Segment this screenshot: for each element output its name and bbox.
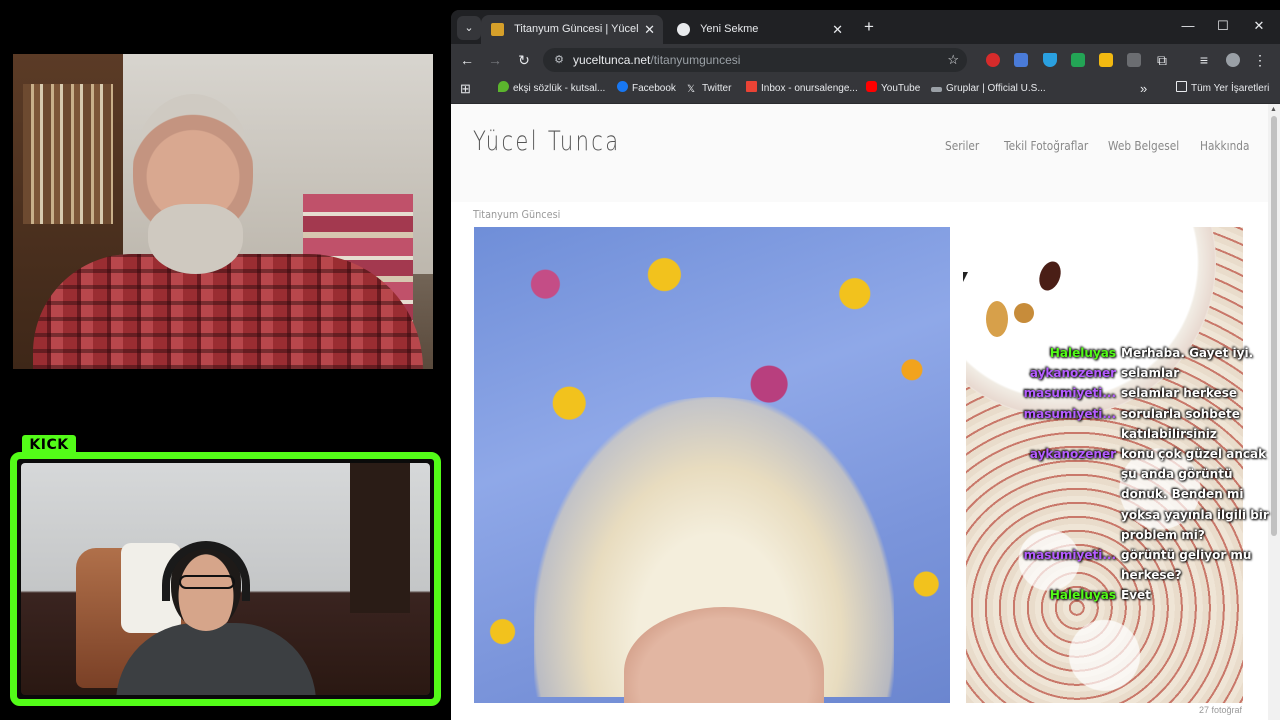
browser-toolbar: ← → ↻ ⚙ yuceltunca.net/titanyumguncesi ☆…	[451, 44, 1280, 76]
site-header: Yücel Tunca Seriler Tekil Fotoğraflar We…	[451, 104, 1268, 202]
bookmark-gruplar[interactable]: Gruplar | Official U.S...	[931, 76, 1046, 102]
chat-username: Haleluyas	[1049, 346, 1116, 360]
tab-title: Yeni Sekme	[700, 23, 759, 35]
webcam-host	[13, 54, 433, 369]
tab-strip: ⌄ Titanyum Güncesi | Yücel Tunca ✕ Yeni …	[451, 10, 1280, 64]
chat-text: Evet	[1121, 588, 1151, 603]
close-window-button[interactable]: ✕	[1244, 16, 1274, 36]
host-shirt	[33, 254, 423, 369]
chat-message: masumiyeti... selamlar herkese	[1024, 383, 1280, 403]
extensions-puzzle-icon[interactable]: ⧉	[1151, 49, 1173, 71]
chat-text: selamlar herkese	[1121, 386, 1237, 401]
chat-username: aykanozener	[1029, 366, 1116, 381]
url-domain: yuceltunca.net	[573, 53, 651, 67]
chat-text: görüntü geliyor mu herkese?	[1121, 548, 1252, 583]
chat-overlay: Haleluyas Merhaba. Gayet iyi. aykanozener…	[1024, 343, 1280, 606]
chrome-icon	[677, 23, 690, 36]
eksi-drop-icon	[498, 81, 509, 92]
forward-button[interactable]: →	[484, 49, 506, 71]
series-title: Titanyum Güncesi	[473, 208, 561, 221]
extension-gamepad-icon[interactable]	[1127, 53, 1141, 67]
chat-username: masumiyeti...	[1023, 406, 1116, 421]
facebook-icon	[617, 81, 628, 92]
tab-new-tab[interactable]: Yeni Sekme ✕	[667, 15, 851, 44]
url-text[interactable]: yuceltunca.net/titanyumguncesi	[573, 48, 740, 72]
back-button[interactable]: ←	[456, 49, 478, 71]
chat-message: Haleluyas Merhaba. Gayet iyi.	[1030, 343, 1280, 363]
chat-text: Merhaba. Gayet iyi.	[1121, 346, 1254, 360]
all-bookmarks[interactable]: Tüm Yer İşaretleri	[1176, 76, 1269, 102]
folder-icon	[1176, 81, 1187, 92]
bookmark-twitter[interactable]: 𝕏 Twitter	[687, 76, 731, 102]
photo-count: 27 fotoğraf	[1198, 705, 1242, 715]
chat-text: konu çok güzel ancak şu anda görüntü don…	[1121, 447, 1269, 542]
guest-door	[350, 463, 410, 613]
extension-shield-icon[interactable]	[1043, 53, 1057, 67]
site-logo[interactable]: Yücel Tunca	[473, 126, 620, 157]
tab-titanyum[interactable]: Titanyum Güncesi | Yücel Tunca ✕	[481, 15, 663, 64]
site-favicon-icon	[491, 23, 504, 36]
chat-text: sorularla sohbete katılabilirsiniz	[1121, 406, 1240, 441]
site-info-icon[interactable]: ⚙	[551, 52, 567, 68]
nav-seriler[interactable]: Seriler	[945, 139, 979, 153]
reload-button[interactable]: ↻	[513, 49, 535, 71]
mouse-cursor-icon	[963, 272, 968, 282]
tab-search-button[interactable]: ⌄	[457, 16, 481, 40]
chat-message: masumiyeti... görüntü geliyor mu herkese?	[1024, 545, 1280, 585]
nav-hakkinda[interactable]: Hakkında	[1200, 139, 1249, 153]
bookmark-youtube[interactable]: YouTube	[866, 76, 920, 102]
minimize-button[interactable]: —	[1173, 16, 1203, 36]
extension-red-icon[interactable]	[986, 53, 1000, 67]
bookmarks-bar: ⊞ ekşi sözlük - kutsal... Facebook 𝕏 Twit…	[451, 76, 1280, 104]
chat-username: aykanozener	[1029, 447, 1116, 462]
scroll-up-icon[interactable]: ▲	[1270, 106, 1277, 113]
photo-main[interactable]	[474, 227, 950, 703]
chat-message: aykanozener konu çok güzel ancak şu anda …	[1030, 444, 1280, 545]
bookmarks-overflow-icon[interactable]: »	[1140, 76, 1147, 102]
chat-message: aykanozener selamlar	[1030, 363, 1280, 383]
host-beard	[148, 204, 243, 274]
url-path: /titanyumguncesi	[650, 53, 741, 67]
bookmark-facebook[interactable]: Facebook	[617, 76, 676, 102]
extension-translate-icon[interactable]	[1014, 53, 1028, 67]
tab-close-icon[interactable]: ✕	[832, 15, 843, 44]
media-control-icon[interactable]: ≡	[1193, 49, 1215, 71]
tab-close-icon[interactable]: ✕	[644, 15, 655, 44]
guest-glasses	[179, 575, 235, 589]
apps-grid-icon[interactable]: ⊞	[460, 76, 471, 102]
youtube-icon	[866, 81, 877, 92]
bookmark-eksi[interactable]: ekşi sözlük - kutsal...	[498, 76, 605, 102]
photo-nut	[986, 301, 1008, 337]
chrome-menu-icon[interactable]: ⋮	[1249, 49, 1271, 71]
bookmark-star-icon[interactable]: ☆	[947, 48, 959, 72]
gmail-icon	[746, 81, 757, 92]
webcam-guest-frame	[10, 452, 441, 706]
photo-nut	[1014, 303, 1034, 323]
chat-username: masumiyeti...	[1023, 548, 1116, 563]
extension-r-icon[interactable]	[1071, 53, 1085, 67]
address-bar[interactable]: ⚙ yuceltunca.net/titanyumguncesi ☆	[543, 48, 967, 72]
stream-layout: KICK ⌄ Titanyum Güncesi | Yücel Tunca ✕ …	[0, 0, 1280, 720]
nav-tekil-fotograflar[interactable]: Tekil Fotoğraflar	[1004, 139, 1088, 153]
bookmark-gmail[interactable]: Inbox - onursalenge...	[746, 76, 858, 102]
chat-username: Haleluyas	[1049, 588, 1116, 603]
profile-avatar[interactable]	[1226, 53, 1240, 67]
x-icon: 𝕏	[687, 84, 696, 95]
chat-text: selamlar	[1121, 366, 1180, 381]
extension-yellow-icon[interactable]	[1099, 53, 1113, 67]
link-icon	[931, 87, 942, 92]
chat-message: Haleluyas Evet	[1030, 585, 1280, 605]
chat-message: masumiyeti... sorularla sohbete katılabil…	[1024, 404, 1280, 444]
chat-username: masumiyeti...	[1023, 386, 1116, 401]
webcam-guest	[21, 463, 430, 695]
new-tab-button[interactable]: +	[859, 18, 879, 38]
nav-web-belgesel[interactable]: Web Belgesel	[1108, 139, 1179, 153]
maximize-button[interactable]: ☐	[1208, 16, 1238, 36]
